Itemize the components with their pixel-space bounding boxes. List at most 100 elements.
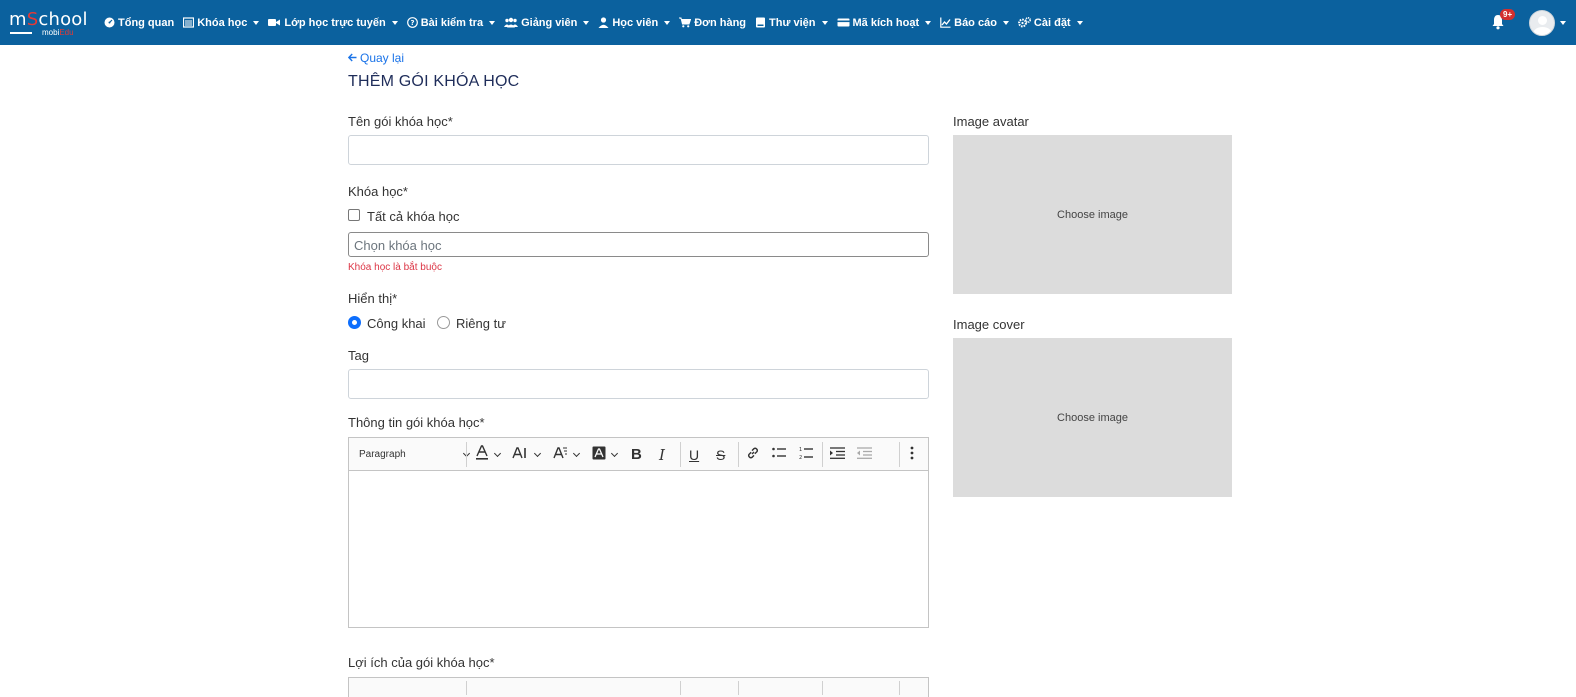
nav-item-hoc-vien[interactable]: Học viên — [598, 16, 671, 29]
chevron-down-icon — [1002, 20, 1009, 25]
nav-item-label: Học viên — [612, 16, 659, 29]
chevron-down-icon — [489, 20, 496, 25]
highlight-icon — [592, 446, 606, 463]
paragraph-dropdown[interactable]: Paragraph — [359, 438, 470, 471]
logo-text-s: S — [26, 9, 39, 30]
underline-button[interactable]: U — [689, 438, 699, 471]
outdent-button[interactable] — [857, 438, 872, 471]
users-icon — [504, 17, 519, 28]
all-courses-checkbox[interactable] — [348, 209, 360, 221]
numbered-list-button[interactable]: 12 — [799, 438, 814, 471]
nav-item-khoa-hoc[interactable]: Khóa học — [183, 17, 260, 29]
page-title: THÊM GÓI KHÓA HỌC — [348, 73, 520, 90]
link-icon — [746, 446, 760, 463]
toolbar-divider — [822, 442, 823, 467]
logo-underline — [10, 32, 32, 34]
benefits-label: Lợi ích của gói khóa học* — [348, 655, 495, 670]
chevron-down-icon[interactable] — [1560, 21, 1566, 25]
italic-button[interactable]: I — [659, 438, 665, 471]
bulleted-list-button[interactable] — [772, 438, 787, 471]
bold-icon: B — [631, 446, 642, 463]
editor-content-area[interactable] — [349, 472, 928, 627]
nav-item-giang-vien[interactable]: Giảng viên — [504, 16, 590, 29]
highlight-button[interactable] — [592, 438, 619, 471]
avatar-head — [1538, 16, 1547, 25]
list-icon — [183, 17, 195, 28]
course-select-placeholder: Chọn khóa học — [354, 238, 442, 253]
font-size-button[interactable] — [512, 438, 542, 471]
svg-text:2: 2 — [799, 455, 802, 460]
user-icon — [598, 17, 609, 28]
logo-subtext: mobiEdu — [42, 28, 74, 37]
card-icon — [837, 17, 850, 28]
font-family-icon — [553, 446, 568, 463]
toolbar-divider — [466, 442, 467, 467]
chevron-down-icon — [572, 449, 581, 457]
nav-item-lop-hoc-truc-tuyen[interactable]: Lớp học trực tuyến — [268, 17, 398, 29]
font-size-icon — [512, 446, 529, 463]
radio-private[interactable] — [437, 316, 450, 329]
toolbar-divider — [822, 681, 823, 695]
chevron-down-icon — [583, 20, 590, 25]
nav-item-label: Cài đặt — [1033, 16, 1071, 29]
image-avatar-picker[interactable]: Choose image — [953, 135, 1232, 294]
benefits-editor[interactable] — [348, 677, 929, 697]
outdent-icon — [857, 447, 872, 462]
svg-text:?: ? — [410, 19, 414, 27]
svg-text:1: 1 — [799, 447, 802, 453]
top-navbar: mSchool mobiEdu Tổng quan Khóa học Lớp h… — [0, 0, 1576, 45]
font-color-icon — [475, 445, 489, 464]
logo-sub-edu: Edu — [59, 28, 74, 37]
nav-item-tong-quan[interactable]: Tổng quan — [104, 17, 174, 29]
indent-button[interactable] — [830, 438, 845, 471]
nav-item-label: Đơn hàng — [694, 16, 747, 29]
radio-public[interactable] — [348, 316, 361, 329]
package-name-input[interactable] — [348, 135, 929, 165]
chevron-down-icon — [925, 20, 932, 25]
chart-icon — [940, 17, 951, 28]
image-avatar-label: Image avatar — [953, 114, 1029, 129]
nav-item-label: Mã kích hoạt — [852, 16, 920, 29]
tag-label: Tag — [348, 348, 369, 363]
logo-text-chool: chool — [38, 9, 88, 30]
arrow-left-icon — [347, 51, 357, 65]
nav-item-ma-kich-hoat[interactable]: Mã kích hoạt — [837, 17, 932, 29]
toolbar-divider — [738, 442, 739, 467]
image-cover-picker[interactable]: Choose image — [953, 338, 1232, 497]
chevron-down-icon — [610, 449, 619, 457]
nav-item-label: Tổng quan — [118, 16, 175, 29]
paragraph-dropdown-label: Paragraph — [359, 449, 406, 460]
nav-item-don-hang[interactable]: Đơn hàng — [679, 17, 746, 29]
editor-toolbar: Paragraph B I U S 1 2 — [349, 438, 928, 471]
font-family-button[interactable] — [553, 438, 581, 471]
nav-item-thu-vien[interactable]: Thư viện — [755, 17, 828, 29]
back-link[interactable]: Quay lại — [347, 51, 404, 65]
dashboard-icon — [104, 17, 115, 28]
course-select[interactable]: Chọn khóa học — [348, 232, 929, 257]
toolbar-divider — [680, 681, 681, 695]
brand-logo[interactable]: mSchool mobiEdu — [9, 9, 89, 37]
nav-item-cai-dat[interactable]: Cài đặt — [1018, 17, 1083, 29]
image-avatar-button-label: Choose image — [1057, 208, 1128, 221]
toolbar-divider — [738, 681, 739, 695]
font-color-button[interactable] — [475, 438, 502, 471]
indent-icon — [830, 447, 845, 462]
avatar[interactable] — [1529, 10, 1555, 36]
package-info-editor: Paragraph B I U S 1 2 — [348, 437, 929, 628]
package-name-label: Tên gói khóa học* — [348, 114, 453, 129]
strikethrough-button[interactable]: S — [716, 438, 725, 471]
logo-text-m: m — [9, 9, 27, 30]
package-info-label: Thông tin gói khóa học* — [348, 415, 485, 430]
chevron-down-icon — [821, 20, 828, 25]
link-button[interactable] — [746, 438, 760, 471]
nav-item-bao-cao[interactable]: Báo cáo — [940, 17, 1009, 29]
nav-item-bai-kiem-tra[interactable]: ? Bài kiểm tra — [406, 17, 496, 29]
more-options-button[interactable] — [910, 438, 914, 471]
nav-item-label: Giảng viên — [521, 16, 578, 29]
strikethrough-icon: S — [716, 446, 726, 463]
underline-icon: U — [689, 446, 700, 463]
bold-button[interactable]: B — [631, 438, 642, 471]
tag-input[interactable] — [348, 369, 929, 399]
radio-public-label: Công khai — [367, 316, 426, 331]
logo-wordmark: mSchool — [9, 9, 88, 30]
